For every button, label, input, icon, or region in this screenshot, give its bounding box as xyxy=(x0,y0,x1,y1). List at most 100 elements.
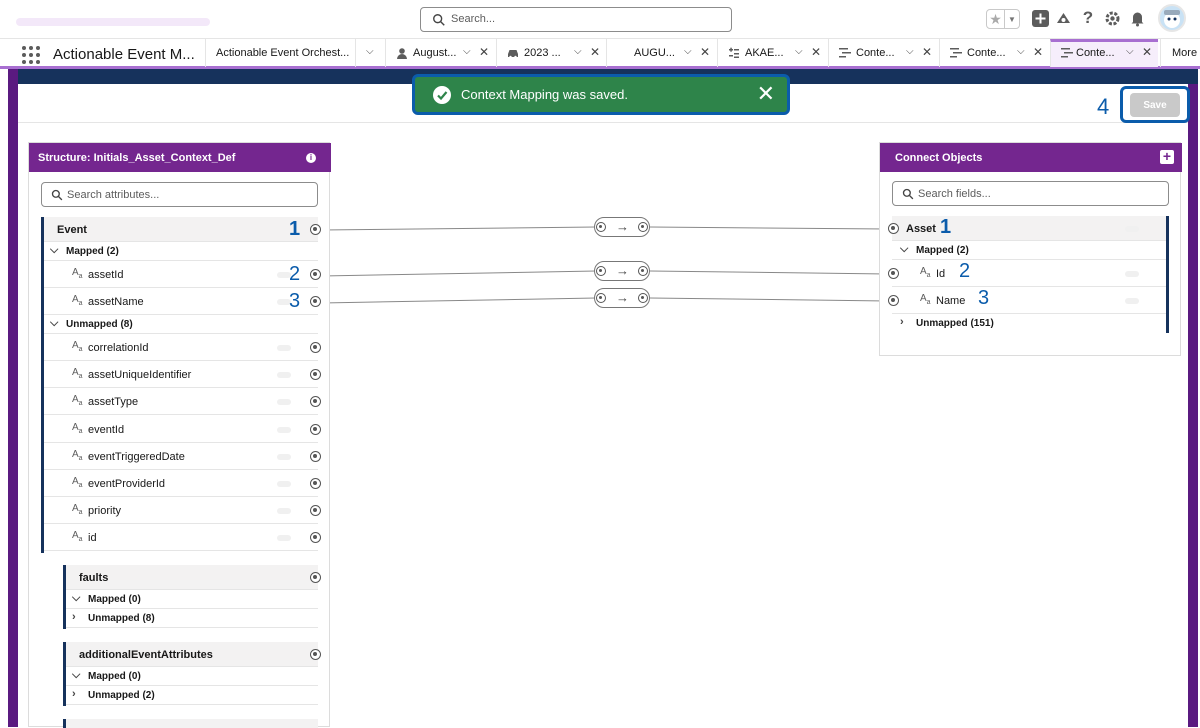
step-marker: 4 xyxy=(1097,94,1110,119)
mapping-node[interactable] xyxy=(310,269,321,280)
field-row-name[interactable]: Aa Name 3 xyxy=(888,287,1166,314)
unmapped-section[interactable]: ⌵ Unmapped (8) xyxy=(44,315,318,334)
text-type-icon: Aa xyxy=(72,476,83,489)
search-placeholder: Search attributes... xyxy=(67,189,160,201)
mapping-node[interactable] xyxy=(310,532,321,544)
attribute-row[interactable]: Aa id xyxy=(44,524,321,552)
step-marker: 3 xyxy=(289,290,301,312)
chevron-down-icon[interactable]: ⌵ xyxy=(50,244,58,257)
asset-mapped-section[interactable]: ⌵ Mapped (2) xyxy=(892,241,1166,260)
attribute-row[interactable]: Aa priority xyxy=(44,497,321,525)
field-name: Id xyxy=(936,268,946,280)
add-object-icon[interactable]: + xyxy=(1160,149,1174,164)
text-type-icon: Aa xyxy=(920,266,931,279)
text-type-icon: Aa xyxy=(72,340,83,353)
chevron-right-icon[interactable]: › xyxy=(72,688,76,700)
mapping-node[interactable] xyxy=(888,223,899,234)
mapping-node[interactable] xyxy=(310,649,321,660)
search-icon xyxy=(51,189,63,201)
asset-unmapped-section[interactable]: › Unmapped (151) xyxy=(892,314,1166,333)
search-icon xyxy=(902,188,914,200)
step-marker: 2 xyxy=(959,260,971,282)
toast-message: Context Mapping was saved. xyxy=(461,87,628,102)
mapping-node[interactable] xyxy=(888,268,899,279)
arrow-right-icon: → xyxy=(616,290,629,305)
text-type-icon: Aa xyxy=(72,421,83,435)
mapped-label: Mapped (0) xyxy=(88,594,141,605)
step-marker: 2 xyxy=(289,263,301,285)
attribute-name: eventId xyxy=(88,423,125,436)
field-name: Name xyxy=(936,295,966,307)
mapping-node[interactable] xyxy=(310,572,321,583)
additional-header-row[interactable]: additionalEventAttributes xyxy=(66,642,321,667)
attribute-row[interactable]: Aa eventTriggeredDate xyxy=(44,443,321,470)
additional-mapped-section[interactable]: ⌵ Mapped (0) xyxy=(66,667,318,686)
toggle-pill[interactable] xyxy=(1125,298,1139,304)
attribute-row[interactable]: Aa eventProviderId xyxy=(44,470,321,497)
faults-header-row[interactable]: faults xyxy=(66,565,321,590)
mapping-connector[interactable]: → xyxy=(594,288,650,308)
toggle-pill[interactable] xyxy=(277,535,291,542)
mapped-section[interactable]: ⌵ Mapped (2) xyxy=(44,242,318,261)
chevron-down-icon[interactable]: ⌵ xyxy=(50,317,58,330)
mapping-node[interactable] xyxy=(888,295,899,306)
mapping-node[interactable] xyxy=(310,369,321,381)
close-icon[interactable]: ✕ xyxy=(757,82,775,106)
asset-header-row[interactable]: Asset 1 xyxy=(888,216,1166,241)
mapping-node[interactable] xyxy=(310,224,321,235)
success-check-icon xyxy=(433,86,451,104)
connect-objects-header: Connect Objects + xyxy=(880,143,1182,172)
faults-mapped-section[interactable]: ⌵ Mapped (0) xyxy=(66,590,318,609)
toggle-pill[interactable] xyxy=(277,345,291,351)
chevron-down-icon[interactable]: ⌵ xyxy=(900,243,908,256)
toggle-pill[interactable] xyxy=(277,453,291,460)
additional-unmapped-section[interactable]: › Unmapped (2) xyxy=(66,686,318,705)
arrow-right-icon: → xyxy=(616,219,629,234)
toggle-pill[interactable] xyxy=(277,399,291,406)
search-attributes-input[interactable]: Search attributes... xyxy=(41,182,318,207)
attribute-row[interactable]: Aa correlationId xyxy=(44,334,321,361)
attribute-row-assetname[interactable]: Aa assetName 3 xyxy=(44,288,321,315)
event-header-row[interactable]: Event 1 xyxy=(44,217,321,242)
attribute-name: priority xyxy=(88,505,122,518)
mapping-node[interactable] xyxy=(310,505,321,517)
attribute-row-assetid[interactable]: Aa assetId 2 xyxy=(44,261,321,288)
mapping-node[interactable] xyxy=(310,296,321,307)
arrow-right-icon: → xyxy=(616,263,629,278)
toggle-pill[interactable] xyxy=(277,372,291,379)
toggle-pill[interactable] xyxy=(277,481,291,487)
toggle-pill[interactable] xyxy=(1125,226,1139,232)
toggle-pill[interactable] xyxy=(277,508,291,515)
toggle-pill[interactable] xyxy=(1125,271,1139,277)
attribute-name: assetUniqueIdentifier xyxy=(88,369,192,382)
chevron-right-icon[interactable]: › xyxy=(72,611,76,623)
chevron-right-icon[interactable]: › xyxy=(900,316,904,328)
mapping-node[interactable] xyxy=(310,396,321,408)
chevron-down-icon[interactable]: ⌵ xyxy=(72,669,80,682)
connector-node xyxy=(638,266,648,276)
info-icon[interactable]: i xyxy=(306,153,316,163)
attribute-row[interactable]: Aa eventId xyxy=(44,416,321,443)
text-type-icon: Aa xyxy=(72,448,83,462)
mapping-node[interactable] xyxy=(310,423,321,435)
mapping-node[interactable] xyxy=(310,342,321,353)
event-label: Event xyxy=(57,224,87,236)
toggle-pill[interactable] xyxy=(277,426,291,433)
search-fields-input[interactable]: Search fields... xyxy=(892,181,1169,206)
chevron-down-icon[interactable]: ⌵ xyxy=(72,592,80,605)
text-type-icon: Aa xyxy=(920,293,931,306)
mapping-connector[interactable]: → xyxy=(594,217,650,237)
field-row-id[interactable]: Aa Id 2 xyxy=(888,260,1166,287)
mapping-node[interactable] xyxy=(310,478,321,489)
search-placeholder: Search fields... xyxy=(918,188,991,200)
attribute-name: correlationId xyxy=(88,342,149,354)
attribute-row[interactable]: Aa assetUniqueIdentifier xyxy=(44,361,321,389)
attribute-row[interactable]: Aa assetType xyxy=(44,388,321,416)
save-button[interactable]: Save xyxy=(1130,93,1180,117)
faults-unmapped-section[interactable]: › Unmapped (8) xyxy=(66,609,318,628)
mapping-node[interactable] xyxy=(310,450,321,462)
structure-panel: Structure: Initials_Asset_Context_Def i … xyxy=(28,142,331,728)
success-toast: Context Mapping was saved. ✕ xyxy=(412,74,790,115)
mapping-connector[interactable]: → xyxy=(594,261,650,281)
attribute-name: assetType xyxy=(88,396,139,409)
